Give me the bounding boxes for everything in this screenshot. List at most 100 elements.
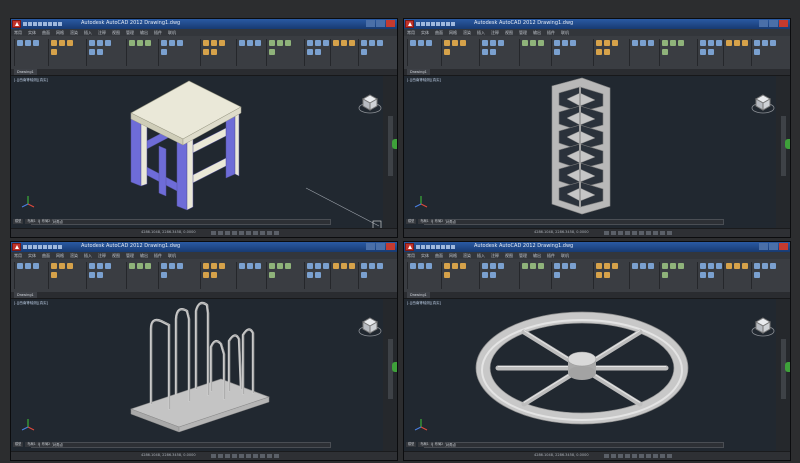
tool-icon[interactable] <box>377 40 383 46</box>
tool-icon[interactable] <box>239 40 245 46</box>
tool-icon[interactable] <box>708 49 714 55</box>
tool-icon[interactable] <box>33 40 39 46</box>
tool-icon[interactable] <box>490 49 496 55</box>
maximize-button[interactable] <box>376 243 385 250</box>
drawing-tab[interactable]: Drawing1 <box>14 292 37 298</box>
tool-icon[interactable] <box>177 40 183 46</box>
tool-icon[interactable] <box>612 263 618 269</box>
tool-icon[interactable] <box>716 40 722 46</box>
tool-icon[interactable] <box>604 272 610 278</box>
tool-icon[interactable] <box>361 263 367 269</box>
tool-icon[interactable] <box>51 263 57 269</box>
viewcube-icon[interactable] <box>357 91 383 117</box>
tool-icon[interactable] <box>161 49 167 55</box>
tool-icon[interactable] <box>498 263 504 269</box>
tool-icon[interactable] <box>742 40 748 46</box>
command-line[interactable]: 命令： 指定对角点 <box>31 219 331 225</box>
tool-icon[interactable] <box>410 40 416 46</box>
lattice-column-model[interactable] <box>404 76 778 231</box>
nav-bar-handle[interactable] <box>785 362 790 372</box>
tool-icon[interactable] <box>734 40 740 46</box>
tool-icon[interactable] <box>530 40 536 46</box>
tool-icon[interactable] <box>277 263 283 269</box>
tool-icon[interactable] <box>700 272 706 278</box>
tool-icon[interactable] <box>452 263 458 269</box>
tool-icon[interactable] <box>97 40 103 46</box>
tool-icon[interactable] <box>161 272 167 278</box>
tool-icon[interactable] <box>754 40 760 46</box>
tool-icon[interactable] <box>726 40 732 46</box>
minimize-button[interactable] <box>366 243 375 250</box>
tool-icon[interactable] <box>762 263 768 269</box>
vertical-scrollbar[interactable] <box>383 76 397 231</box>
close-button[interactable] <box>386 20 395 27</box>
layout-tab[interactable]: 布局2 <box>39 442 53 447</box>
tool-icon[interactable] <box>426 40 432 46</box>
vertical-scrollbar[interactable] <box>383 299 397 454</box>
window-controls[interactable] <box>365 243 395 251</box>
tool-icon[interactable] <box>97 272 103 278</box>
tool-icon[interactable] <box>662 272 668 278</box>
vertical-scrollbar[interactable] <box>776 76 790 231</box>
tool-icon[interactable] <box>662 40 668 46</box>
tool-icon[interactable] <box>25 40 31 46</box>
tool-icon[interactable] <box>604 263 610 269</box>
tool-icon[interactable] <box>203 272 209 278</box>
tool-icon[interactable] <box>377 263 383 269</box>
vertical-scrollbar[interactable] <box>776 299 790 454</box>
tool-icon[interactable] <box>269 40 275 46</box>
status-toggles[interactable] <box>604 231 674 236</box>
tool-icon[interactable] <box>716 263 722 269</box>
tool-icon[interactable] <box>25 263 31 269</box>
tool-icon[interactable] <box>460 263 466 269</box>
tool-icon[interactable] <box>315 272 321 278</box>
tool-icon[interactable] <box>285 40 291 46</box>
tool-icon[interactable] <box>307 49 313 55</box>
tool-icon[interactable] <box>596 263 602 269</box>
tool-icon[interactable] <box>137 263 143 269</box>
model-space-canvas[interactable]: [-][西南等轴测][真实] 命令： 指定对角点模型布局1布局2 <box>11 299 385 454</box>
tool-icon[interactable] <box>604 49 610 55</box>
tool-icon[interactable] <box>307 40 313 46</box>
tool-icon[interactable] <box>307 263 313 269</box>
tool-icon[interactable] <box>269 49 275 55</box>
drawing-tab[interactable]: Drawing1 <box>14 69 37 75</box>
tool-icon[interactable] <box>482 49 488 55</box>
close-button[interactable] <box>779 20 788 27</box>
tool-icon[interactable] <box>490 40 496 46</box>
command-line[interactable]: 命令： 指定对角点 <box>424 219 724 225</box>
tool-icon[interactable] <box>203 40 209 46</box>
tool-icon[interactable] <box>285 263 291 269</box>
tool-icon[interactable] <box>97 49 103 55</box>
command-line[interactable]: 命令： 指定对角点 <box>424 442 724 448</box>
minimize-button[interactable] <box>366 20 375 27</box>
tool-icon[interactable] <box>59 263 65 269</box>
model-space-canvas[interactable]: [-][西南等轴测][真实] 命令： 指定对角点模型布局1布局2 <box>404 299 778 454</box>
tool-icon[interactable] <box>482 263 488 269</box>
tool-icon[interactable] <box>129 40 135 46</box>
viewcube-icon[interactable] <box>750 314 776 340</box>
quick-access-toolbar[interactable] <box>23 21 75 27</box>
tool-icon[interactable] <box>239 263 245 269</box>
application-menu-button[interactable] <box>405 20 414 28</box>
tool-icon[interactable] <box>444 40 450 46</box>
tool-icon[interactable] <box>269 272 275 278</box>
tool-icon[interactable] <box>418 40 424 46</box>
tool-icon[interactable] <box>51 272 57 278</box>
tool-icon[interactable] <box>361 40 367 46</box>
tool-icon[interactable] <box>369 40 375 46</box>
tool-icon[interactable] <box>640 40 646 46</box>
bent-rod-rack-model[interactable] <box>11 299 385 454</box>
tool-icon[interactable] <box>678 263 684 269</box>
tool-icon[interactable] <box>482 272 488 278</box>
tool-icon[interactable] <box>161 40 167 46</box>
tool-icon[interactable] <box>426 263 432 269</box>
tool-icon[interactable] <box>51 40 57 46</box>
tool-icon[interactable] <box>211 263 217 269</box>
tool-icon[interactable] <box>323 263 329 269</box>
tool-icon[interactable] <box>490 263 496 269</box>
tool-icon[interactable] <box>596 49 602 55</box>
tool-icon[interactable] <box>530 263 536 269</box>
application-menu-button[interactable] <box>12 20 21 28</box>
tool-icon[interactable] <box>323 40 329 46</box>
